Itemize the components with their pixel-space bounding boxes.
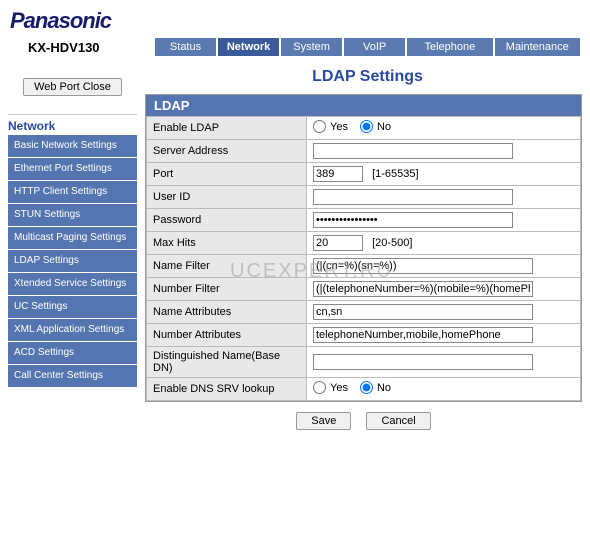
sidemenu-title: Network (8, 114, 137, 133)
tab-status[interactable]: Status (155, 38, 216, 56)
top-tabs: Status Network System VoIP Telephone Mai… (155, 38, 580, 56)
tab-system[interactable]: System (281, 38, 342, 56)
server-address-label: Server Address (147, 140, 307, 163)
tab-telephone[interactable]: Telephone (407, 38, 492, 56)
enable-dns-no-radio[interactable] (360, 381, 373, 394)
sidemenu-item-ldap[interactable]: LDAP Settings (8, 250, 137, 273)
sidemenu-item-call-center[interactable]: Call Center Settings (8, 365, 137, 388)
enable-ldap-yes-label: Yes (330, 121, 348, 133)
number-attributes-label: Number Attributes (147, 324, 307, 347)
number-filter-label: Number Filter (147, 278, 307, 301)
distinguished-name-input[interactable] (313, 354, 533, 370)
server-address-input[interactable] (313, 143, 513, 159)
sidemenu-item-ethernet-port[interactable]: Ethernet Port Settings (8, 158, 137, 181)
sidemenu-item-http-client[interactable]: HTTP Client Settings (8, 181, 137, 204)
web-port-close-button[interactable]: Web Port Close (23, 78, 122, 96)
tab-maintenance[interactable]: Maintenance (495, 38, 580, 56)
enable-ldap-yes-radio[interactable] (313, 120, 326, 133)
name-attributes-label: Name Attributes (147, 301, 307, 324)
sidemenu-item-uc[interactable]: UC Settings (8, 296, 137, 319)
sidemenu-item-xml-application[interactable]: XML Application Settings (8, 319, 137, 342)
save-button[interactable]: Save (296, 412, 351, 430)
max-hits-input[interactable] (313, 235, 363, 251)
enable-dns-no-label: No (377, 382, 391, 394)
number-filter-input[interactable] (313, 281, 533, 297)
enable-dns-yes-label: Yes (330, 382, 348, 394)
page-title: LDAP Settings (145, 56, 590, 94)
sidemenu-item-stun[interactable]: STUN Settings (8, 204, 137, 227)
panel-title: LDAP (146, 95, 581, 116)
port-hint: [1-65535] (372, 168, 418, 180)
sidemenu-item-acd[interactable]: ACD Settings (8, 342, 137, 365)
brand-logo: Panasonic (10, 8, 580, 34)
enable-ldap-no-label: No (377, 121, 391, 133)
enable-ldap-label: Enable LDAP (147, 117, 307, 140)
port-label: Port (147, 163, 307, 186)
max-hits-label: Max Hits (147, 232, 307, 255)
sidemenu: Basic Network Settings Ethernet Port Set… (8, 135, 137, 388)
enable-ldap-no-radio[interactable] (360, 120, 373, 133)
sidemenu-item-multicast-paging[interactable]: Multicast Paging Settings (8, 227, 137, 250)
model-name: KX-HDV130 (10, 40, 155, 55)
cancel-button[interactable]: Cancel (366, 412, 430, 430)
max-hits-hint: [20-500] (372, 237, 412, 249)
password-input[interactable] (313, 212, 513, 228)
enable-dns-srv-label: Enable DNS SRV lookup (147, 378, 307, 401)
tab-network[interactable]: Network (218, 38, 279, 56)
password-label: Password (147, 209, 307, 232)
sidemenu-item-basic-network[interactable]: Basic Network Settings (8, 135, 137, 158)
user-id-input[interactable] (313, 189, 513, 205)
sidemenu-item-xtended-service[interactable]: Xtended Service Settings (8, 273, 137, 296)
name-filter-label: Name Filter (147, 255, 307, 278)
distinguished-name-label: Distinguished Name(Base DN) (147, 347, 307, 378)
user-id-label: User ID (147, 186, 307, 209)
ldap-panel: LDAP Enable LDAP Yes No (145, 94, 582, 402)
port-input[interactable] (313, 166, 363, 182)
name-filter-input[interactable] (313, 258, 533, 274)
enable-dns-yes-radio[interactable] (313, 381, 326, 394)
number-attributes-input[interactable] (313, 327, 533, 343)
name-attributes-input[interactable] (313, 304, 533, 320)
tab-voip[interactable]: VoIP (344, 38, 405, 56)
